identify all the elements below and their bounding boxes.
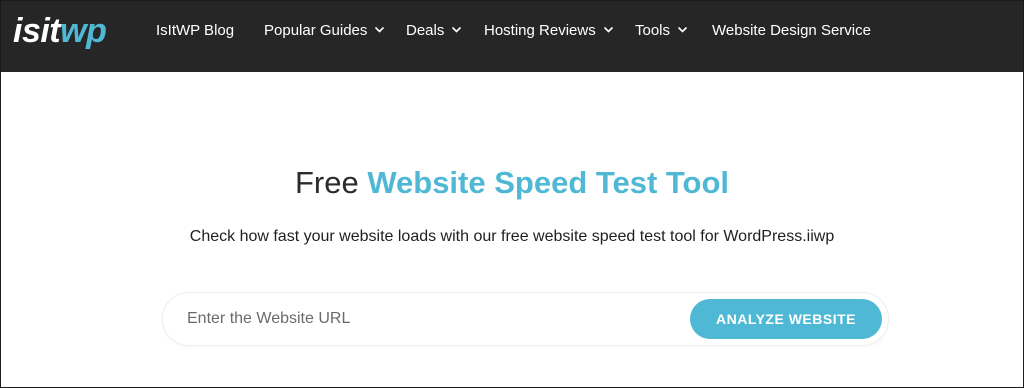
chevron-down-icon [451, 24, 462, 35]
url-search-form: ANALYZE WEBSITE [162, 292, 889, 346]
page-subtitle: Check how fast your website loads with o… [189, 228, 835, 245]
chevron-down-icon [374, 24, 385, 35]
logo-text-isit: isit [13, 12, 61, 50]
nav-item-label: Hosting Reviews [484, 22, 596, 39]
site-logo[interactable]: isitwp [13, 11, 107, 51]
nav-item-hosting-reviews[interactable]: Hosting Reviews [484, 20, 614, 42]
nav-item-label: Website Design Service [712, 22, 871, 39]
nav-item-label: Popular Guides [264, 22, 368, 39]
nav-item-label: Deals [406, 22, 445, 39]
nav-item-label: Tools [635, 22, 671, 39]
website-url-input[interactable] [187, 301, 667, 337]
chevron-down-icon [603, 24, 614, 35]
nav-item-website-design-service[interactable]: Website Design Service [712, 20, 871, 42]
nav-item-label: IsItWP Blog [156, 22, 235, 39]
chevron-down-icon [677, 24, 688, 35]
top-navigation-bar: isitwp IsItWP Blog Popular Guides Deals … [1, 1, 1023, 72]
nav-item-popular-guides[interactable]: Popular Guides [264, 20, 385, 42]
nav-item-tools[interactable]: Tools [635, 20, 688, 42]
page-title-prefix: Free [294, 165, 368, 200]
browser-page: isitwp IsItWP Blog Popular Guides Deals … [0, 0, 1024, 388]
analyze-website-button[interactable]: ANALYZE WEBSITE [690, 299, 882, 339]
page-title: Free Website Speed Test Tool [1, 163, 1023, 203]
logo-text-wp: wp [60, 12, 107, 50]
page-title-accent: Website Speed Test Tool [367, 165, 730, 200]
nav-item-isitwp-blog[interactable]: IsItWP Blog [156, 20, 234, 42]
nav-item-deals[interactable]: Deals [406, 20, 462, 42]
